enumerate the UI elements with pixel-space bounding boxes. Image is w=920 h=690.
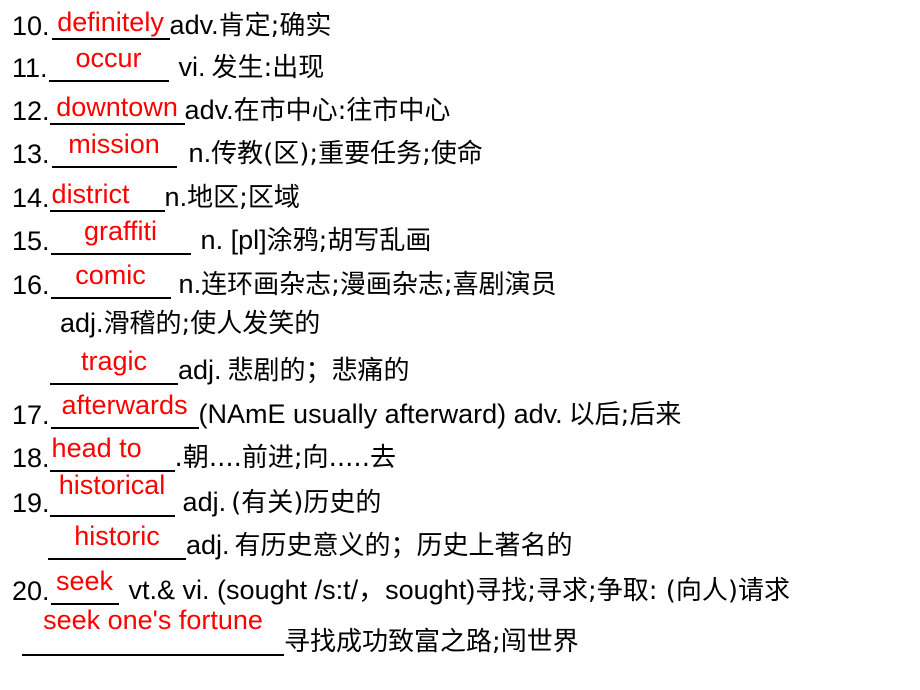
answer-blank-historic[interactable]: historic (48, 523, 186, 560)
answer-blank-seek-one-s-fortune[interactable]: seek one's fortune (22, 605, 284, 656)
vocab-entry-16: 16. comic n. 连环画杂志;漫画杂志;喜剧演员 (12, 262, 557, 300)
vocab-entry-19: 19. historical adj. (有关)历史的 (12, 472, 382, 518)
part-of-speech: n. (164, 182, 188, 212)
part-of-speech: adj. (178, 355, 222, 385)
answer-text: graffiti (84, 216, 158, 246)
part-of-speech: (NAmE usually afterward) adv. (198, 399, 563, 429)
part-of-speech: vt.& vi. (sought /s:t/，sought) (128, 575, 476, 605)
answer-blank-head-to[interactable]: head to (49, 435, 175, 472)
vocab-entry-17: 17. afterwards (NAmE usually afterward) … (12, 392, 682, 430)
answer-blank-downtown[interactable]: downtown (49, 92, 185, 125)
chinese-gloss: .朝....前进;向.....去 (175, 445, 396, 472)
chinese-gloss: 以后;后来 (568, 400, 682, 430)
vocab-entry-12: 12. downtown adv. 在市中心:往市中心 (12, 93, 450, 125)
answer-blank-comic[interactable]: comic (50, 262, 171, 299)
vocab-entry-20: 20. seek vt.& vi. (sought /s:t/，sought) … (12, 568, 791, 606)
answer-text: comic (75, 260, 146, 290)
answer-text: tragic (80, 346, 148, 376)
vocab-entry-13: 13. mission n. 传教(区);重要任务;使命 (12, 131, 483, 169)
part-of-speech: adv. (169, 10, 219, 40)
answer-text: head to (51, 433, 142, 463)
vocab-entry-14: 14. district n. 地区;区域 (12, 180, 300, 212)
vocab-entry-18: 18. head to .朝....前进;向.....去 (12, 435, 396, 473)
entry-number: 12. (12, 96, 50, 126)
chinese-gloss: 寻找成功致富之路;闯世界 (284, 627, 579, 657)
answer-text: definitely (57, 7, 164, 37)
answer-blank-afterwards[interactable]: afterwards (50, 392, 199, 429)
chinese-gloss: 滑稽的;使人发笑的 (103, 309, 321, 339)
vocab-entry-historic: historic adj. 有历史意义的；历史上著名的 (48, 523, 573, 561)
chinese-gloss: 发生:出现 (211, 53, 325, 83)
entry-number: 15. (12, 226, 50, 256)
answer-text: historic (74, 521, 160, 551)
chinese-gloss: 在市中心:往市中心 (233, 96, 451, 126)
entry-number: 14. (12, 183, 50, 213)
vocab-entry-16-adj-line: adj.滑稽的;使人发笑的 (60, 308, 321, 339)
part-of-speech: adv. (184, 95, 234, 125)
part-of-speech: vi. (178, 52, 206, 82)
chinese-gloss: 肯定;确实 (218, 11, 332, 41)
vocab-entry-10: 10. definitely adv. 肯定;确实 (12, 8, 331, 40)
entry-number: 18. (12, 443, 50, 473)
answer-text: afterwards (61, 390, 188, 420)
answer-text: historical (58, 470, 166, 500)
answer-blank-seek[interactable]: seek (50, 568, 119, 605)
answer-blank-tragic[interactable]: tragic (50, 348, 178, 385)
answer-blank-mission[interactable]: mission (51, 131, 177, 168)
entry-number: 20. (12, 576, 50, 606)
answer-blank-district[interactable]: district (49, 179, 165, 212)
answer-blank-occur[interactable]: occur (48, 45, 169, 82)
chinese-gloss: 连环画杂志;漫画杂志;喜剧演员 (201, 270, 557, 300)
answer-blank-historical[interactable]: historical (49, 472, 175, 517)
chinese-gloss-text: 朝....前进;向.....去 (182, 443, 396, 473)
chinese-gloss: 涂鸦;胡写乱画 (266, 226, 432, 256)
answer-text: occur (75, 43, 142, 73)
slide-canvas: 10. definitely adv. 肯定;确实 11. occur vi. … (0, 0, 920, 690)
answer-text: seek one's fortune (43, 605, 263, 635)
entry-number: 16. (12, 270, 50, 300)
chinese-gloss: 有历史意义的；历史上著名的 (234, 531, 573, 561)
answer-text: mission (68, 129, 160, 159)
chinese-gloss: 悲剧的；悲痛的 (227, 356, 410, 386)
answer-text: downtown (56, 92, 178, 122)
answer-blank-graffiti[interactable]: graffiti (50, 218, 191, 255)
answer-text: seek (56, 566, 114, 596)
vocab-entry-seek-fortune: seek one's fortune 寻找成功致富之路;闯世界 (22, 605, 579, 657)
chinese-gloss: 寻找;寻求;争取: (向人)请求 (475, 576, 791, 606)
part-of-speech: n. [pl] (200, 225, 267, 255)
chinese-gloss: 传教(区);重要任务;使命 (211, 139, 483, 169)
vocab-entry-15: 15. graffiti n. [pl] 涂鸦;胡写乱画 (12, 218, 432, 256)
part-of-speech: n. (178, 269, 202, 299)
answer-blank-definitely[interactable]: definitely (51, 7, 170, 40)
answer-text: district (51, 179, 130, 209)
entry-number: 13. (12, 139, 50, 169)
entry-number: 19. (12, 488, 50, 518)
part-of-speech: n. (188, 138, 212, 168)
entry-number: 17. (12, 400, 50, 430)
chinese-gloss: 地区;区域 (187, 183, 300, 213)
vocab-entry-tragic: tragic adj. 悲剧的；悲痛的 (50, 348, 410, 386)
entry-number: 11. (12, 53, 48, 83)
part-of-speech: . (174, 443, 183, 473)
part-of-speech: adj. (182, 487, 227, 517)
chinese-gloss: (有关)历史的 (231, 488, 382, 518)
part-of-speech: adj. (186, 530, 230, 560)
part-of-speech: adj. (60, 308, 104, 338)
entry-number: 10. (12, 11, 50, 41)
vocab-entry-11: 11. occur vi. 发生:出现 (12, 45, 325, 83)
